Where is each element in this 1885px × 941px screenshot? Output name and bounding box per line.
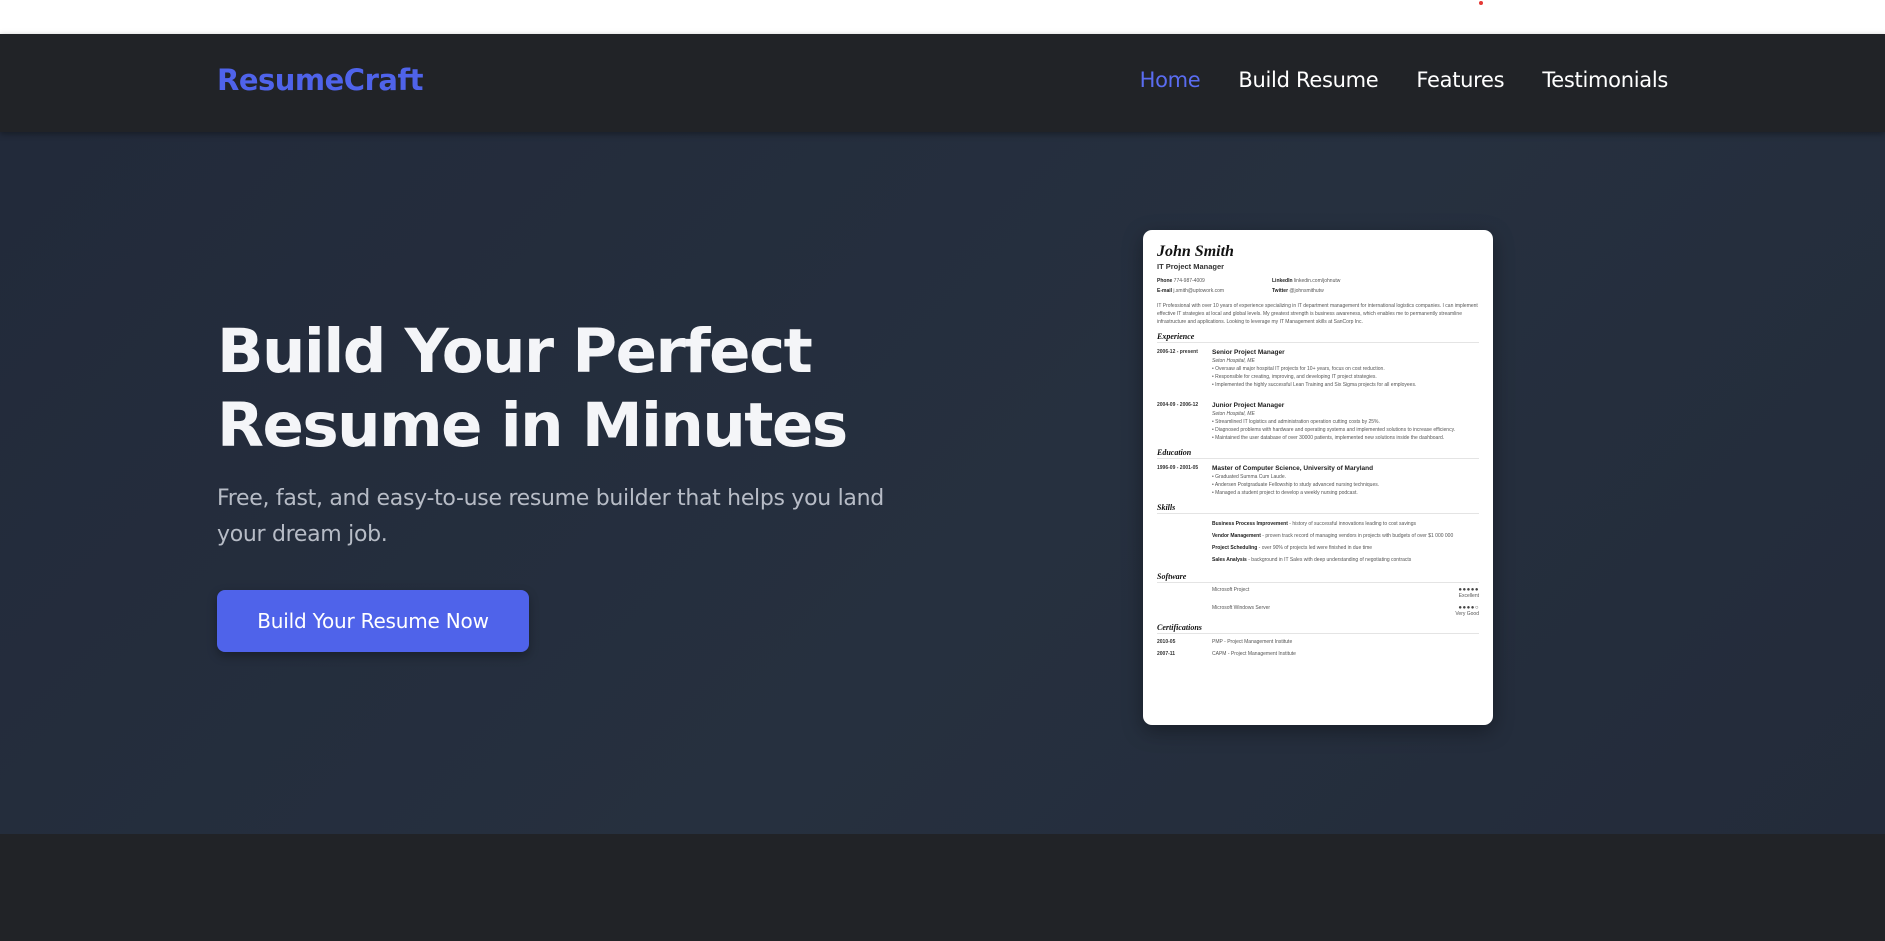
software-name: Microsoft Windows Server <box>1212 605 1271 611</box>
certification-name: PMP - Project Management Institute <box>1212 639 1293 645</box>
experience-bullet: • Responsible for creating, improving, a… <box>1212 374 1377 380</box>
education-title: Master of Computer Science, University o… <box>1212 465 1374 472</box>
education-bullet: • Graduated Summa Cum Laude. <box>1212 474 1287 480</box>
skill-item: Project Scheduling - over 90% of project… <box>1212 545 1373 551</box>
browser-top-strip <box>0 0 1885 34</box>
experience-title: Junior Project Manager <box>1212 402 1285 409</box>
resume-education-item: 1996-09 - 2001-05 Master of Computer Sci… <box>1157 464 1479 497</box>
resume-twitter: Twitter @johnsmithutw <box>1272 288 1324 294</box>
certification-date: 2007-11 <box>1157 651 1176 657</box>
resume-email: E-mail j.smith@uptowork.com <box>1157 288 1225 294</box>
experience-place: Seton Hospital, ME <box>1212 411 1255 417</box>
experience-bullet: • Maintained the user database of over 3… <box>1212 435 1445 441</box>
nav-testimonials[interactable]: Testimonials <box>1542 68 1668 92</box>
resume-contacts: Phone 774-987-4009 LinkedIn linkedin.com… <box>1157 278 1479 294</box>
hero-subtitle: Free, fast, and easy-to-use resume build… <box>217 486 884 547</box>
skill-item: Sales Analysis - background in IT Sales … <box>1212 557 1412 563</box>
rating-label: Excellent <box>1458 593 1479 599</box>
experience-title: Senior Project Manager <box>1212 349 1285 356</box>
resume-section-certifications: Certifications <box>1157 623 1479 634</box>
hero-title: Build Your Perfect Resume in Minutes <box>217 315 917 463</box>
skill-item: Business Process Improvement - history o… <box>1212 521 1416 527</box>
indicator-dot <box>1479 1 1483 5</box>
experience-bullet: • Streamlined IT logistics and administr… <box>1212 419 1380 425</box>
resume-section-skills: Skills <box>1157 503 1479 514</box>
resume-phone: Phone 774-987-4009 <box>1157 278 1205 284</box>
resume-preview-card: John Smith IT Project Manager Phone 774-… <box>1143 230 1493 725</box>
build-resume-cta-button[interactable]: Build Your Resume Now <box>217 590 529 652</box>
hero-title-line-1: Build Your Perfect <box>217 316 813 387</box>
skill-item: Vendor Management - proven track record … <box>1212 533 1454 539</box>
resume-role: IT Project Manager <box>1157 262 1225 271</box>
resume-name: John Smith <box>1157 243 1234 260</box>
hero-section: Build Your Perfect Resume in Minutes Fre… <box>0 132 1885 834</box>
nav-home[interactable]: Home <box>1140 68 1201 92</box>
certification-item: 2007-11 CAPM - Project Management Instit… <box>1157 650 1479 658</box>
main-nav: Home Build Resume Features Testimonials <box>1140 68 1669 92</box>
experience-place: Seton Hospital, ME <box>1212 358 1255 364</box>
resume-section-experience: Experience <box>1157 332 1479 343</box>
navbar: ResumeCraft Home Build Resume Features T… <box>0 34 1885 132</box>
certification-name: CAPM - Project Management Institute <box>1212 651 1296 657</box>
resume-section-education: Education <box>1157 448 1479 459</box>
nav-build-resume[interactable]: Build Resume <box>1238 68 1378 92</box>
nav-features[interactable]: Features <box>1416 68 1504 92</box>
resume-experience-item: 2006-12 - present Senior Project Manager… <box>1157 348 1479 389</box>
software-item: Microsoft Project ●●●●● Excellent <box>1212 587 1479 599</box>
experience-bullet: • Diagnosed problems with hardware and o… <box>1212 427 1456 433</box>
resume-linkedin: LinkedIn linkedin.com/johnutw <box>1272 278 1341 284</box>
resume-summary: IT Professional with over 10 years of ex… <box>1157 303 1478 325</box>
experience-dates: 2006-12 - present <box>1157 349 1198 355</box>
certification-date: 2010-05 <box>1157 639 1176 645</box>
next-section-band <box>0 834 1885 941</box>
experience-bullet: • Oversaw all major hospital IT projects… <box>1212 366 1385 372</box>
education-bullet: • Managed a student project to develop a… <box>1212 490 1358 496</box>
rating-label: Very Good <box>1455 611 1479 617</box>
education-bullet: • Andersen Postgraduate Fellowship to st… <box>1212 482 1380 488</box>
experience-bullet: • Implemented the highly successful Lean… <box>1212 382 1417 388</box>
hero-title-line-2: Resume in Minutes <box>217 390 848 461</box>
certification-item: 2010-05 PMP - Project Management Institu… <box>1157 638 1479 646</box>
software-name: Microsoft Project <box>1212 587 1250 593</box>
education-dates: 1996-09 - 2001-05 <box>1157 465 1199 471</box>
experience-dates: 2004-09 - 2006-12 <box>1157 402 1199 408</box>
resume-section-software: Software <box>1157 572 1479 583</box>
brand-logo[interactable]: ResumeCraft <box>217 63 423 97</box>
resume-experience-item: 2004-09 - 2006-12 Junior Project Manager… <box>1157 401 1479 442</box>
software-item: Microsoft Windows Server ●●●●○ Very Good <box>1212 605 1479 617</box>
